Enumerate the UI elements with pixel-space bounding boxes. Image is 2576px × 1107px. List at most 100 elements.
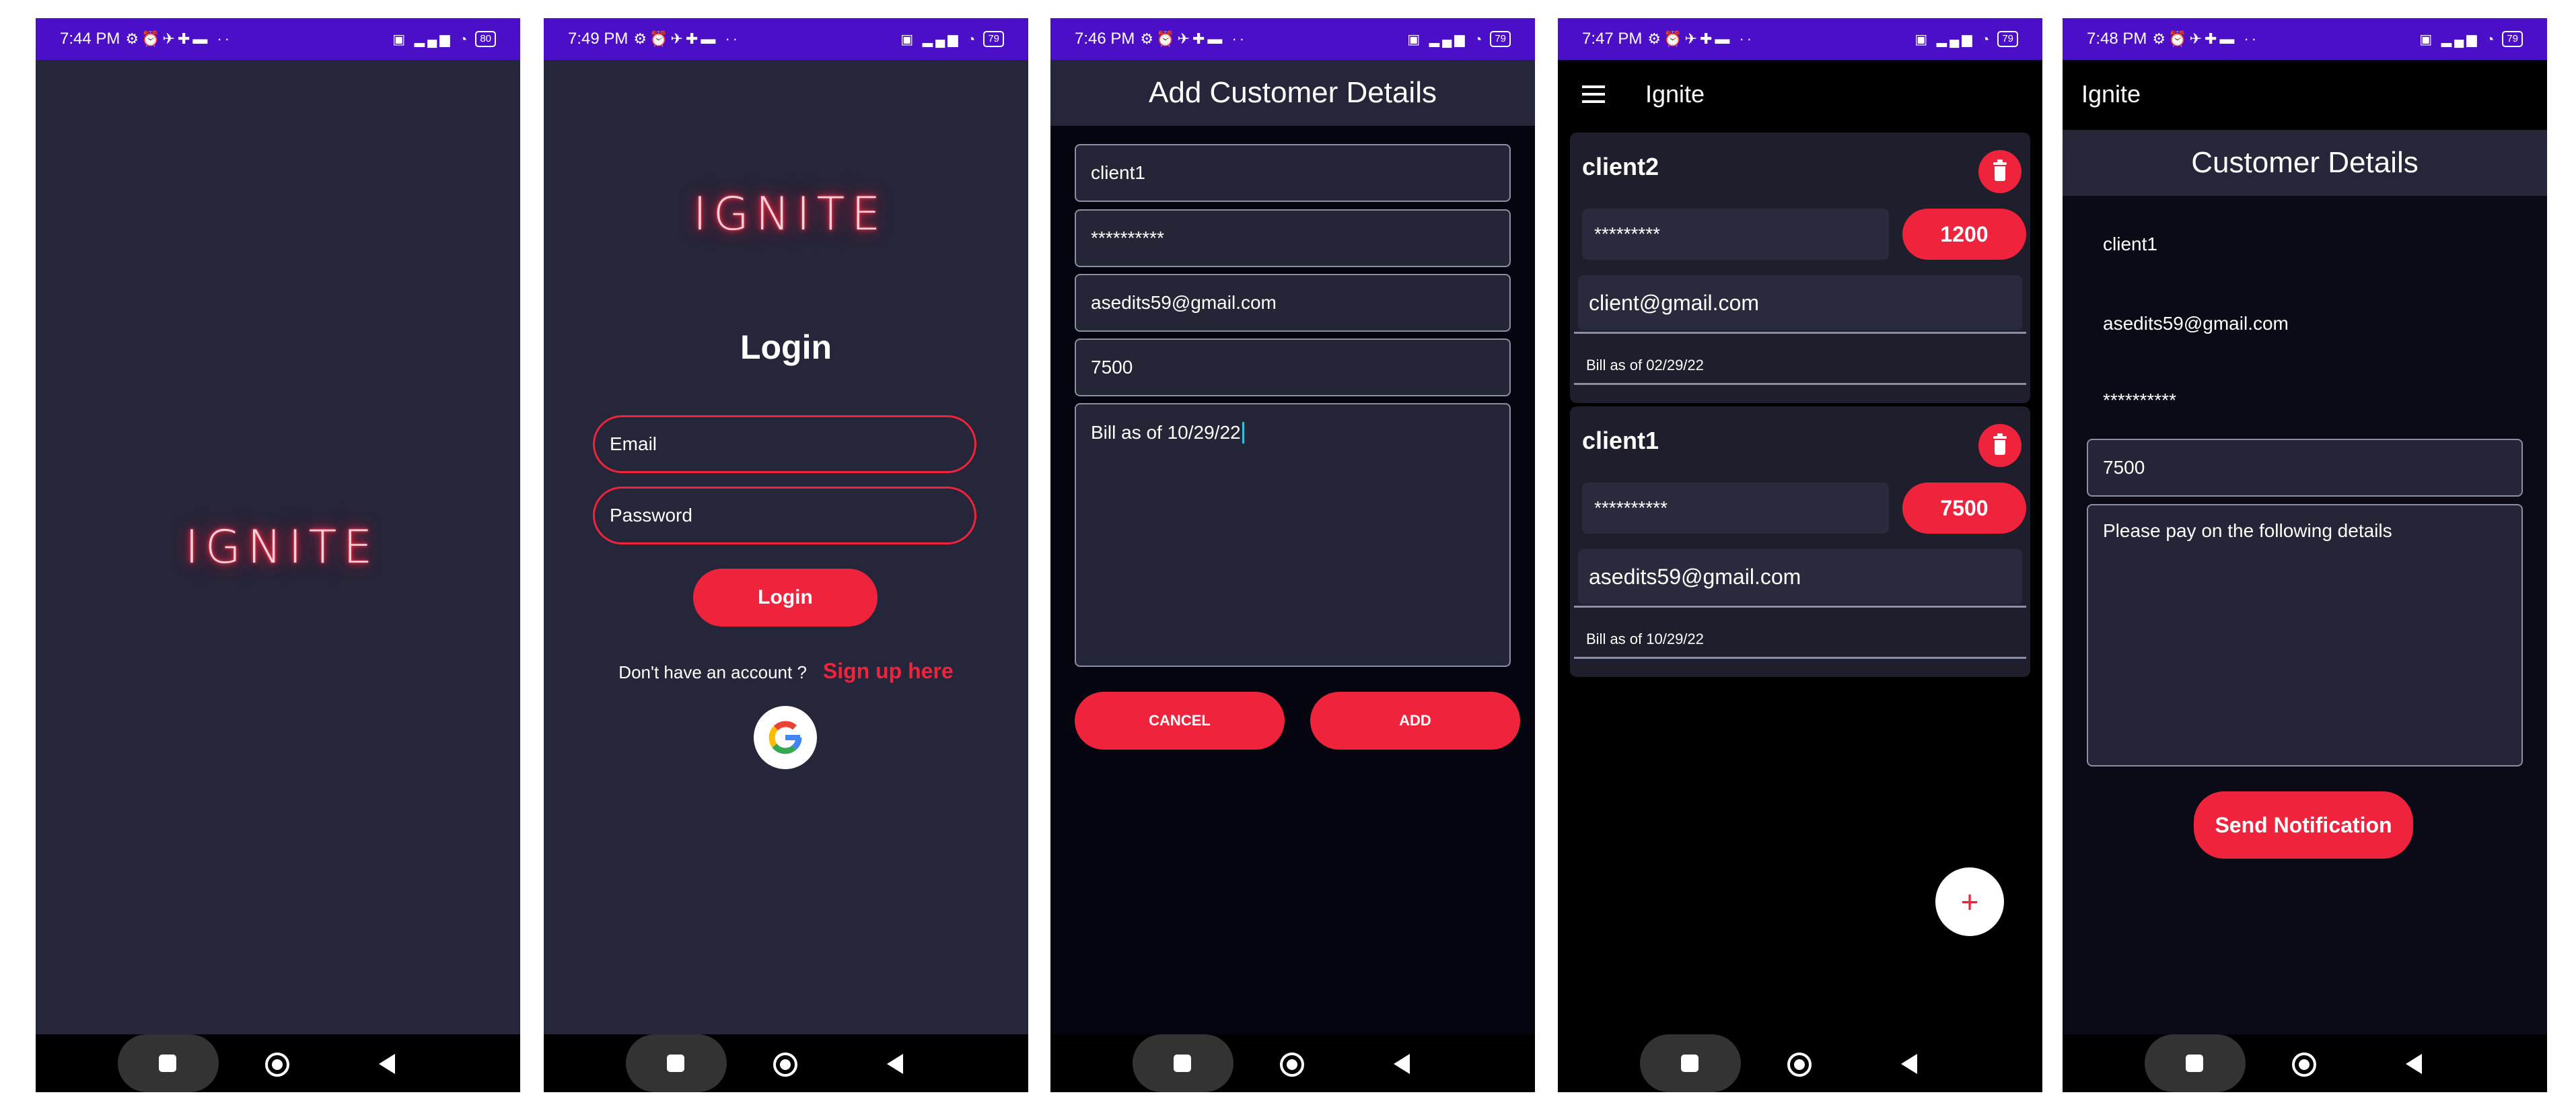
email-placeholder: Email [610,433,657,454]
divider [1574,606,2026,608]
ignite-logo: IGNITE [693,188,888,241]
app-title: Ignite [1645,80,1705,108]
message-value: Please pay on the following details [2103,520,2392,541]
system-nav-bar [2063,1034,2547,1092]
send-notification-button[interactable]: Send Notification [2194,791,2413,859]
notification-icons: ⚙⏰✈✚▬ ·· [1140,30,1248,47]
customer-amount-badge[interactable]: 1200 [1902,209,2026,260]
signup-link[interactable]: Sign up here [823,659,954,684]
password-field[interactable]: ********** [1075,209,1511,267]
back-triangle-icon[interactable] [1394,1054,1410,1074]
system-nav-bar [36,1034,520,1092]
email-input[interactable]: Email [593,415,976,473]
cancel-button[interactable]: CANCEL [1075,692,1285,750]
recents-square-icon[interactable] [1681,1055,1698,1072]
back-triangle-icon[interactable] [1901,1054,1917,1074]
login-title: Login [740,328,832,366]
status-bar: 7:49 PM ⚙⏰✈✚▬ ·· ▣ ▂▄▆ ◔ 79 [544,18,1028,60]
status-time: 7:49 PM [568,30,629,48]
home-circle-icon[interactable] [773,1052,797,1077]
system-nav-bar [1558,1034,2042,1092]
phone-splash-screen: 7:44 PM ⚙⏰✈✚▬ ·· ▣ ▂▄▆ ◔ 80 IGNITE [36,18,520,1092]
customer-note: Bill as of 02/29/22 [1586,357,1704,373]
add-customer-fab[interactable]: + [1935,867,2004,936]
customer-name: client1 [2103,234,2157,254]
battery-icon: 79 [1490,31,1511,47]
home-circle-icon[interactable] [265,1052,289,1077]
notification-icons: ⚙⏰✈✚▬ ·· [125,30,233,47]
email-value: asedits59@gmail.com [1091,292,1277,313]
plus-icon: + [1960,884,1979,919]
amount-value: 7500 [1091,357,1133,378]
status-time: 7:44 PM [60,30,120,48]
recents-square-icon[interactable] [667,1055,684,1072]
back-triangle-icon[interactable] [2406,1054,2422,1074]
home-circle-icon[interactable] [1280,1052,1304,1077]
divider [1574,657,2026,659]
splash-screen: IGNITE [36,60,520,1034]
customer-password: ********** [2103,390,2176,410]
customer-details-screen: Ignite Customer Details client1 asedits5… [2063,60,2547,1034]
amount-field[interactable]: 7500 [1075,338,1511,396]
signal-wifi-icons: ▣ ▂▄▆ ◔ [392,32,470,47]
add-button[interactable]: ADD [1310,692,1520,750]
hamburger-menu-icon[interactable] [1582,85,1605,103]
phone-login-screen: 7:49 PM ⚙⏰✈✚▬ ·· ▣ ▂▄▆ ◔ 79 IGNITE Login… [544,18,1028,1092]
customer-email: asedits59@gmail.com [2103,313,2289,334]
google-g-icon [768,721,802,754]
password-value: ********** [1091,227,1164,248]
google-signin-button[interactable] [754,706,817,769]
amount-value: 7500 [2103,457,2145,478]
back-triangle-icon[interactable] [887,1054,903,1074]
recents-square-icon[interactable] [159,1055,176,1072]
note-field[interactable]: Bill as of 10/29/22 [1075,403,1511,667]
signal-wifi-icons: ▣ ▂▄▆ ◔ [2419,32,2497,47]
customer-email: client@gmail.com [1578,275,2022,330]
no-account-text: Don't have an account ? [618,662,807,682]
battery-icon: 79 [2502,31,2523,47]
customer-email: asedits59@gmail.com [1578,549,2022,604]
divider [1574,332,2026,334]
add-customer-screen: Add Customer Details client1 ********** … [1050,60,1535,1034]
login-screen: IGNITE Login Email Password Login Don't … [544,60,1028,1034]
status-bar: 7:47 PM ⚙⏰✈✚▬ ·· ▣ ▂▄▆ ◔ 79 [1558,18,2042,60]
status-time: 7:46 PM [1075,30,1135,48]
delete-trash-icon[interactable] [1978,424,2022,467]
details-title: Customer Details [2191,146,2419,179]
customer-amount-badge[interactable]: 7500 [1902,483,2026,534]
signal-wifi-icons: ▣ ▂▄▆ ◔ [900,32,978,47]
ignite-logo: IGNITE [185,521,380,574]
delete-trash-icon[interactable] [1978,150,2022,193]
system-nav-bar [544,1034,1028,1092]
password-placeholder: Password [610,505,692,526]
name-field[interactable]: client1 [1075,144,1511,202]
customer-password: ********** [1582,483,1889,534]
notification-icons: ⚙⏰✈✚▬ ·· [633,30,741,47]
customer-name: client1 [1582,427,1659,454]
details-header: Customer Details [2063,130,2547,196]
back-triangle-icon[interactable] [379,1054,395,1074]
divider [1574,383,2026,385]
signal-wifi-icons: ▣ ▂▄▆ ◔ [1915,32,1993,47]
recents-square-icon[interactable] [1174,1055,1191,1072]
message-field[interactable]: Please pay on the following details [2087,504,2523,766]
note-value: Bill as of 10/29/22 [1091,422,1241,443]
home-circle-icon[interactable] [1787,1052,1812,1077]
recents-square-icon[interactable] [2186,1055,2203,1072]
customer-list-screen: Ignite client2 ********* 1200 client@gma… [1558,60,2042,1034]
customer-card[interactable]: client2 ********* 1200 client@gmail.com … [1570,133,2030,403]
status-time: 7:47 PM [1582,30,1643,48]
battery-icon: 79 [983,31,1004,47]
login-button[interactable]: Login [693,569,878,627]
app-title: Ignite [2081,80,2141,108]
email-field[interactable]: asedits59@gmail.com [1075,274,1511,332]
status-time: 7:48 PM [2087,30,2147,48]
home-circle-icon[interactable] [2292,1052,2316,1077]
password-input[interactable]: Password [593,487,976,544]
notification-icons: ⚙⏰✈✚▬ ·· [1647,30,1755,47]
app-bar: Ignite [1558,60,2042,130]
customer-password: ********* [1582,209,1889,260]
amount-field[interactable]: 7500 [2087,439,2523,497]
customer-card[interactable]: client1 ********** 7500 asedits59@gmail.… [1570,406,2030,677]
app-bar: Ignite [2063,60,2547,130]
